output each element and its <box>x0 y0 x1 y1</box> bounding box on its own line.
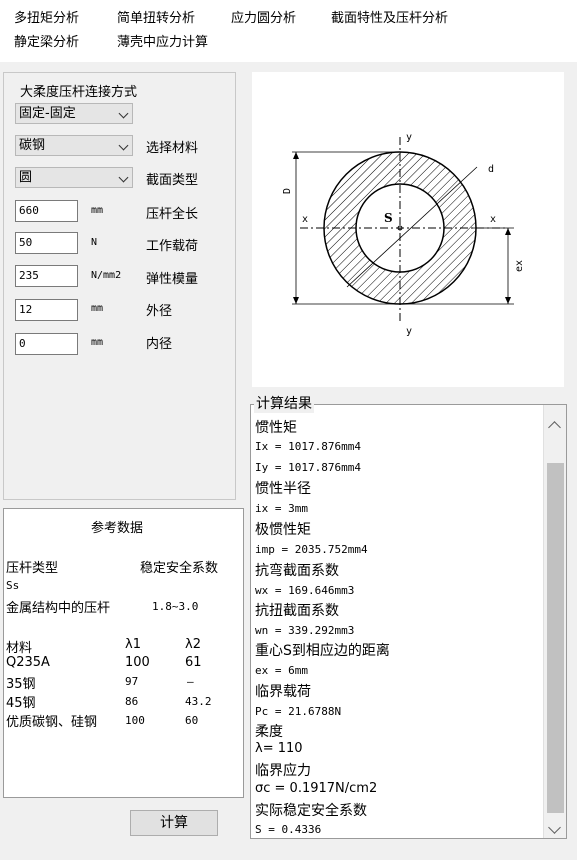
result-line: ix = 3mm <box>255 502 308 515</box>
chevron-down-icon <box>118 140 129 151</box>
result-line: 惯性矩 <box>255 420 297 436</box>
result-line: λ= 110 <box>255 741 303 756</box>
results-listbox[interactable]: 惯性矩 Ix = 1017.876mm4 Iy = 1017.876mm4 惯性… <box>250 404 567 839</box>
lambda1-header: λ1 <box>125 637 141 652</box>
result-line: 惯性半径 <box>255 481 311 497</box>
outer-diameter-D-label: D <box>282 188 293 194</box>
result-line: 抗弯截面系数 <box>255 563 339 579</box>
connection-value: 固定-固定 <box>19 106 76 121</box>
result-line: Iy = 1017.876mm4 <box>255 461 361 474</box>
load-unit: N <box>91 237 98 248</box>
ref-row-lambda1: 100 <box>125 655 150 670</box>
metal-structure-value: 1.8~3.0 <box>152 600 199 613</box>
reference-data-panel: 参考数据 压杆类型 稳定安全系数 Ss 金属结构中的压杆 1.8~3.0 材料 … <box>3 508 244 798</box>
ref-row-name: 优质碳钢、硅钢 <box>6 715 98 730</box>
menu-static-beam[interactable]: 静定梁分析 <box>14 34 79 52</box>
scroll-thumb[interactable] <box>547 463 564 813</box>
length-unit: mm <box>91 205 104 216</box>
ref-row-name: Q235A <box>6 655 50 670</box>
menu-stress-circle[interactable]: 应力圆分析 <box>231 10 296 28</box>
menu-thin-shell[interactable]: 薄壳中应力计算 <box>117 34 208 52</box>
x-axis-left-label: x <box>302 214 308 225</box>
inner-diameter-label: 内径 <box>146 337 173 352</box>
result-line: 极惯性矩 <box>255 522 311 538</box>
result-line: Ix = 1017.876mm4 <box>255 440 361 453</box>
result-line: wn = 339.292mm3 <box>255 624 355 637</box>
result-line: 临界应力 <box>255 763 311 779</box>
ss-symbol: Ss <box>6 579 20 592</box>
connection-label: 大柔度压杆连接方式 <box>20 85 138 100</box>
y-axis-bottom-label: y <box>406 326 412 337</box>
result-line: imp = 2035.752mm4 <box>255 543 368 556</box>
result-line: 抗扭截面系数 <box>255 603 339 619</box>
ref-row-name: 35钢 <box>6 677 36 692</box>
results-title: 计算结果 <box>254 393 314 413</box>
length-label: 压杆全长 <box>146 207 199 222</box>
result-line: wx = 169.646mm3 <box>255 584 355 597</box>
menu-section-properties[interactable]: 截面特性及压杆分析 <box>331 10 448 28</box>
ref-row-lambda2: 60 <box>185 714 199 727</box>
calculate-button[interactable]: 计算 <box>130 810 218 836</box>
length-input[interactable]: 660 <box>15 200 78 222</box>
column-header-type: 压杆类型 <box>6 561 59 576</box>
material-header: 材料 <box>6 641 33 656</box>
outer-diameter-input[interactable]: 12 <box>15 299 78 321</box>
ref-row-lambda1: 97 <box>125 675 139 688</box>
inner-diameter-unit: mm <box>91 337 104 348</box>
menu-bar: 多扭矩分析 简单扭转分析 应力圆分析 截面特性及压杆分析 静定梁分析 薄壳中应力… <box>0 0 577 62</box>
section-label: 截面类型 <box>146 173 199 188</box>
inner-diameter-input[interactable]: 0 <box>15 333 78 355</box>
material-select[interactable]: 碳钢 <box>15 135 133 156</box>
chevron-down-icon <box>118 108 129 119</box>
metal-structure-label: 金属结构中的压杆 <box>6 601 111 616</box>
result-line: 重心S到相应边的距离 <box>255 643 390 659</box>
outer-diameter-label: 外径 <box>146 304 173 319</box>
result-line: S = 0.4336 <box>255 823 322 836</box>
ref-row-lambda1: 100 <box>125 714 145 727</box>
connection-select[interactable]: 固定-固定 <box>15 103 133 124</box>
cross-section-diagram: y y x x d S D ex <box>252 72 564 387</box>
diameter-d-label: d <box>488 164 494 175</box>
section-select[interactable]: 圆 <box>15 167 133 188</box>
ref-row-lambda2: 43.2 <box>185 695 212 708</box>
y-axis-top-label: y <box>406 132 412 143</box>
centroid-label: S <box>384 211 393 225</box>
modulus-unit: N/mm2 <box>91 270 122 281</box>
material-label: 选择材料 <box>146 141 199 156</box>
load-input[interactable]: 50 <box>15 232 78 254</box>
result-line: σc = 0.1917N/cm2 <box>255 781 378 796</box>
ref-row-lambda2: – <box>187 675 194 688</box>
chevron-down-icon <box>118 172 129 183</box>
material-value: 碳钢 <box>19 138 46 153</box>
result-line: ex = 6mm <box>255 664 308 677</box>
outer-diameter-unit: mm <box>91 303 104 314</box>
section-value: 圆 <box>19 170 33 185</box>
menu-multi-torque[interactable]: 多扭矩分析 <box>14 10 79 28</box>
modulus-label: 弹性模量 <box>146 272 199 287</box>
result-line: 柔度 <box>255 724 283 740</box>
column-header-safety: 稳定安全系数 <box>140 561 219 576</box>
ref-row-lambda2: 61 <box>185 655 202 670</box>
ref-row-name: 45钢 <box>6 696 36 711</box>
modulus-input[interactable]: 235 <box>15 265 78 287</box>
ex-distance-label: ex <box>514 260 525 272</box>
scroll-up-arrow-icon[interactable] <box>548 421 561 434</box>
result-line: 临界载荷 <box>255 684 311 700</box>
reference-title: 参考数据 <box>91 521 144 536</box>
load-label: 工作载荷 <box>146 239 199 254</box>
results-scrollbar[interactable] <box>543 405 566 838</box>
lambda2-header: λ2 <box>185 637 201 652</box>
hollow-circle-section-figure: y y x x d S D ex <box>282 132 525 337</box>
result-line: 实际稳定安全系数 <box>255 803 367 819</box>
ref-row-lambda1: 86 <box>125 695 139 708</box>
x-axis-right-label: x <box>490 214 496 225</box>
result-line: Pc = 21.6788N <box>255 705 342 718</box>
scroll-down-arrow-icon[interactable] <box>548 821 561 834</box>
menu-simple-torsion[interactable]: 简单扭转分析 <box>117 10 195 28</box>
